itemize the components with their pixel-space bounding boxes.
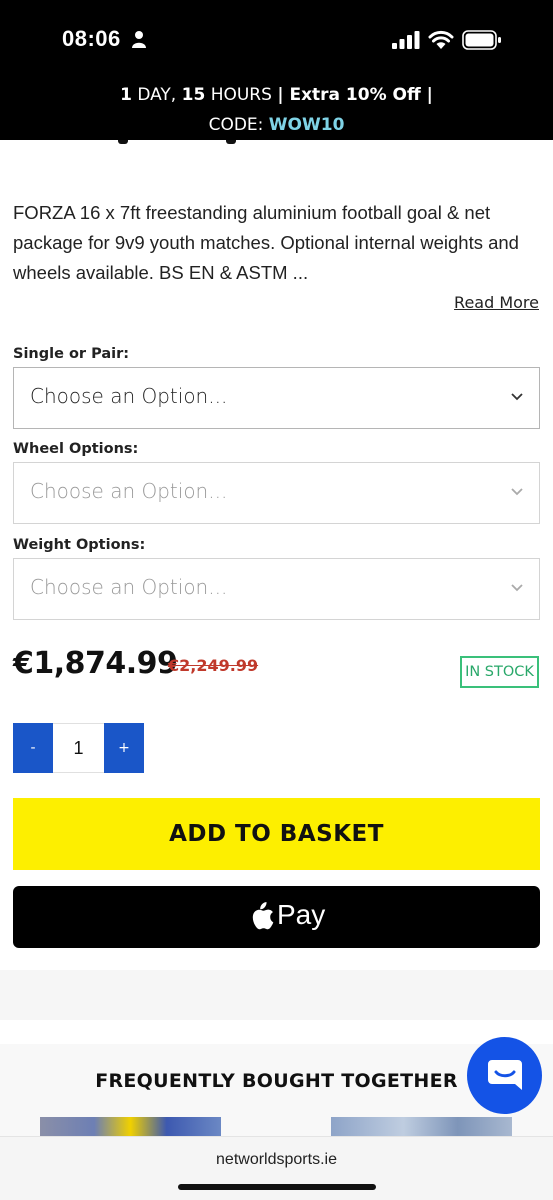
status-time: 08:06 [62,26,121,51]
select-value: Choose an Option... [30,479,228,503]
select-value: Choose an Option... [30,384,228,408]
wheel-options-select[interactable]: Choose an Option... [13,462,540,524]
browser-url-bar[interactable]: networldsports.ie [0,1136,553,1200]
wheel-options-label: Wheel Options: [13,441,139,457]
single-or-pair-label: Single or Pair: [13,346,130,362]
promo-countdown: 1 DAY, 15 HOURS | Extra 10% Off | [120,85,433,105]
section-divider [0,970,553,1020]
quantity-input[interactable]: 1 [53,723,104,773]
person-icon [132,31,146,48]
promo-banner[interactable]: 1 DAY, 15 HOURS | Extra 10% Off | CODE: … [0,80,553,140]
home-indicator[interactable] [178,1184,376,1190]
single-or-pair-select[interactable]: Choose an Option... [13,367,540,429]
read-more-link[interactable]: Read More [454,293,539,312]
product-title-cutoff [0,140,553,146]
apple-pay-button[interactable]: Pay [13,886,540,948]
stock-badge: IN STOCK [460,656,539,688]
battery-icon [462,30,501,50]
quantity-stepper: - 1 + [13,723,144,773]
product-thumbnail[interactable] [40,1117,221,1137]
promo-code-line: CODE: WOW10 [208,115,345,135]
chevron-down-icon [511,393,523,401]
chevron-down-icon [511,584,523,592]
product-description: FORZA 16 x 7ft freestanding aluminium fo… [13,202,519,283]
select-value: Choose an Option... [30,575,228,599]
original-price: €2,249.99 [168,656,259,675]
add-to-basket-button[interactable]: ADD TO BASKET [13,798,540,870]
quantity-decrease-button[interactable]: - [13,723,53,773]
chevron-down-icon [511,488,523,496]
live-chat-button[interactable] [467,1037,542,1114]
apple-logo-icon [252,902,274,930]
product-thumbnail[interactable] [331,1117,512,1137]
wifi-icon [428,30,454,49]
weight-options-select[interactable]: Choose an Option... [13,558,540,620]
cellular-signal-icon [392,31,420,49]
quantity-increase-button[interactable]: + [104,723,144,773]
product-price: €1,874.99 [13,646,178,681]
weight-options-label: Weight Options: [13,537,146,553]
status-bar: 08:06 [0,0,553,80]
promo-code: WOW10 [268,115,345,135]
apple-pay-label: Pay [277,899,326,930]
chat-bubble-icon [488,1060,522,1090]
url-text: networldsports.ie [216,1151,337,1168]
